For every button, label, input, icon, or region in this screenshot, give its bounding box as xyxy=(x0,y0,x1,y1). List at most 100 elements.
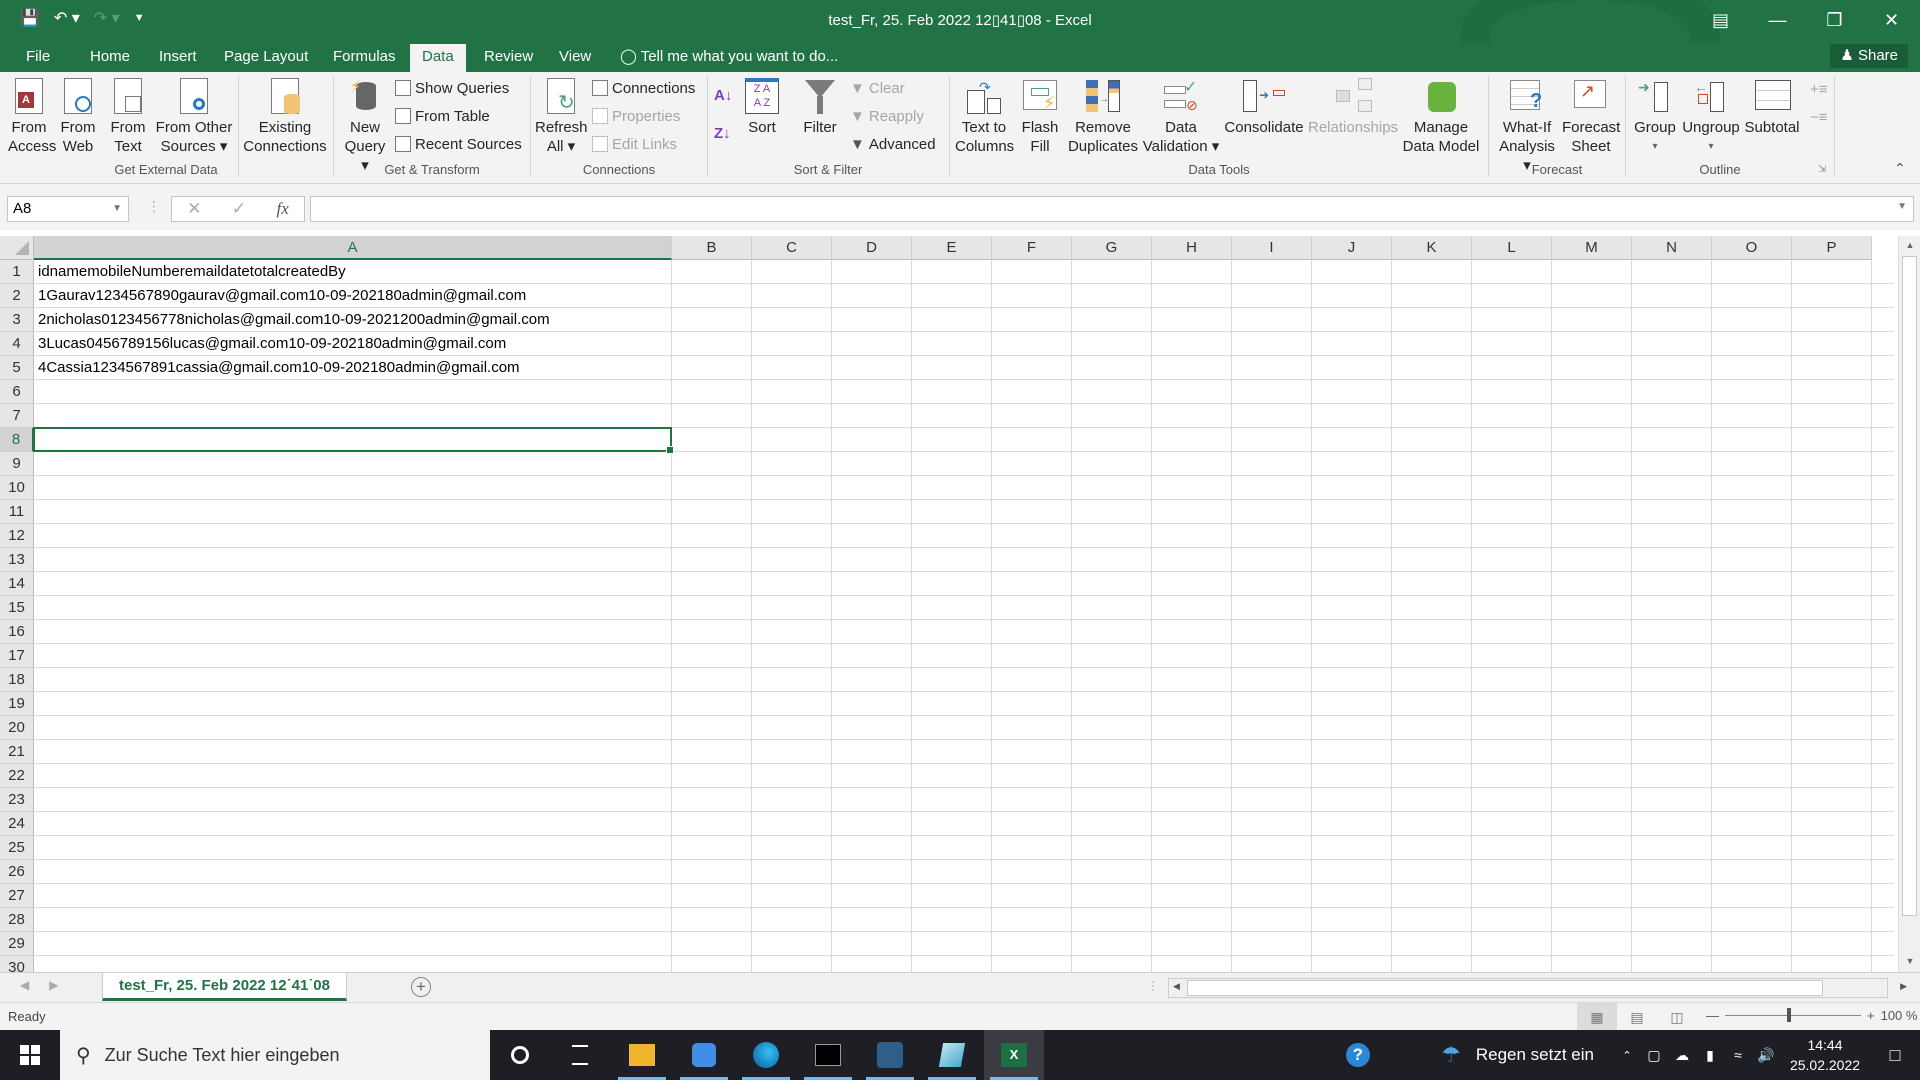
recent-sources-button[interactable]: Recent Sources xyxy=(395,133,522,155)
row-header-12[interactable]: 12 xyxy=(0,524,34,548)
tab-view[interactable]: View xyxy=(547,44,603,72)
table-row[interactable] xyxy=(34,788,1894,812)
table-row[interactable] xyxy=(34,572,1894,596)
table-row[interactable]: 3Lucas0456789156lucas@gmail.com10-09-202… xyxy=(34,332,1894,356)
minimize-icon[interactable]: — xyxy=(1749,0,1806,40)
ungroup-button[interactable]: ← Ungroup ▾ xyxy=(1682,78,1740,156)
mysql-workbench-icon[interactable] xyxy=(860,1030,920,1080)
row-header-27[interactable]: 27 xyxy=(0,884,34,908)
notification-icon[interactable]: □ xyxy=(1870,1045,1920,1066)
row-header-4[interactable]: 4 xyxy=(0,332,34,356)
add-sheet-button[interactable]: + xyxy=(411,977,431,997)
column-header-m[interactable]: M xyxy=(1552,236,1632,260)
table-row[interactable]: idnamemobileNumberemaildatetotalcreatedB… xyxy=(34,260,1894,284)
new-query-button[interactable]: ⚡ New Query ▾ xyxy=(340,78,390,175)
wifi-icon[interactable]: ≈ xyxy=(1724,1047,1752,1063)
column-header-e[interactable]: E xyxy=(912,236,992,260)
enter-icon[interactable]: ✓ xyxy=(232,199,246,219)
help-icon[interactable]: ? xyxy=(1338,1043,1378,1067)
edit-links-button[interactable]: Edit Links xyxy=(592,133,677,155)
row-header-13[interactable]: 13 xyxy=(0,548,34,572)
row-header-22[interactable]: 22 xyxy=(0,764,34,788)
row-header-7[interactable]: 7 xyxy=(0,404,34,428)
taskbar-search[interactable]: ⚲ Zur Suche Text hier eingeben xyxy=(60,1030,490,1080)
scroll-down-icon[interactable]: ▼ xyxy=(1899,956,1920,966)
column-header-g[interactable]: G xyxy=(1072,236,1152,260)
row-header-16[interactable]: 16 xyxy=(0,620,34,644)
sort-button[interactable]: Z AA Z Sort xyxy=(742,78,782,137)
sort-a-z-button[interactable]: A↓ xyxy=(714,84,732,106)
row-header-15[interactable]: 15 xyxy=(0,596,34,620)
restore-icon[interactable]: ❐ xyxy=(1806,0,1863,40)
tab-data[interactable]: Data xyxy=(410,44,466,72)
row-header-10[interactable]: 10 xyxy=(0,476,34,500)
page-break-view-icon[interactable]: ◫ xyxy=(1657,1003,1697,1031)
zoom-slider-knob[interactable] xyxy=(1787,1008,1791,1022)
row-header-1[interactable]: 1 xyxy=(0,260,34,284)
spreadsheet-grid[interactable]: ABCDEFGHIJKLMNOP 1 idnamemobileNumberemai… xyxy=(0,236,1920,972)
row-header-18[interactable]: 18 xyxy=(0,668,34,692)
column-header-c[interactable]: C xyxy=(752,236,832,260)
table-row[interactable] xyxy=(34,908,1894,932)
sort-z-a-button[interactable]: Z↓ xyxy=(714,122,731,144)
column-header-b[interactable]: B xyxy=(672,236,752,260)
column-header-k[interactable]: K xyxy=(1392,236,1472,260)
tab-review[interactable]: Review xyxy=(472,44,545,72)
tab-split-handle[interactable]: ⋮ xyxy=(1147,979,1159,993)
table-row[interactable] xyxy=(34,860,1894,884)
filter-button[interactable]: Filter xyxy=(797,78,843,137)
cell-a2[interactable]: 1Gaurav1234567890gaurav@gmail.com10-09-2… xyxy=(38,284,526,308)
row-header-5[interactable]: 5 xyxy=(0,356,34,380)
column-header-l[interactable]: L xyxy=(1472,236,1552,260)
table-row[interactable]: 4Cassia1234567891cassia@gmail.com10-09-2… xyxy=(34,356,1894,380)
group-button[interactable]: ➜ Group ▾ xyxy=(1630,78,1680,156)
cortana-icon[interactable] xyxy=(490,1030,550,1080)
table-row[interactable] xyxy=(34,620,1894,644)
table-row[interactable] xyxy=(34,524,1894,548)
cell-a4[interactable]: 3Lucas0456789156lucas@gmail.com10-09-202… xyxy=(38,332,506,356)
tab-file[interactable]: File xyxy=(14,44,62,72)
zoom-slider[interactable] xyxy=(1725,1008,1861,1022)
from-access-button[interactable]: A From Access xyxy=(8,78,56,156)
reapply-button[interactable]: ▼ Reapply xyxy=(850,105,924,127)
show-queries-button[interactable]: Show Queries xyxy=(395,77,509,99)
consolidate-button[interactable]: ➜ Consolidate xyxy=(1222,78,1306,137)
what-if-analysis-button[interactable]: ? What-If Analysis ▾ xyxy=(1494,78,1560,175)
outline-dialog-launcher[interactable]: ⇲ xyxy=(1818,164,1826,175)
weather-app-icon[interactable] xyxy=(674,1030,734,1080)
meet-now-icon[interactable]: ▢ xyxy=(1640,1047,1668,1064)
from-web-button[interactable]: From Web xyxy=(58,78,98,156)
ribbon-display-icon[interactable]: ▤ xyxy=(1692,0,1749,40)
row-header-26[interactable]: 26 xyxy=(0,860,34,884)
battery-icon[interactable]: ▮ xyxy=(1696,1047,1724,1064)
vertical-scrollbar[interactable]: ▲ ▼ xyxy=(1898,236,1920,972)
table-row[interactable] xyxy=(34,716,1894,740)
properties-button[interactable]: Properties xyxy=(592,105,680,127)
row-header-30[interactable]: 30 xyxy=(0,956,34,972)
cell-a3[interactable]: 2nicholas0123456778nicholas@gmail.com10-… xyxy=(38,308,550,332)
column-header-o[interactable]: O xyxy=(1712,236,1792,260)
column-header-n[interactable]: N xyxy=(1632,236,1712,260)
hide-detail-button[interactable]: −≡ xyxy=(1810,106,1828,128)
weather-text[interactable]: Regen setzt ein xyxy=(1476,1045,1594,1065)
name-box[interactable]: A8 ▼ xyxy=(7,196,129,222)
table-row[interactable] xyxy=(34,812,1894,836)
row-header-3[interactable]: 3 xyxy=(0,308,34,332)
from-text-button[interactable]: From Text xyxy=(108,78,148,156)
column-header-d[interactable]: D xyxy=(832,236,912,260)
existing-connections-button[interactable]: Existing Connections xyxy=(242,78,328,156)
row-header-25[interactable]: 25 xyxy=(0,836,34,860)
zoom-level[interactable]: 100 % xyxy=(1881,1008,1918,1023)
table-row[interactable] xyxy=(34,380,1894,404)
row-header-17[interactable]: 17 xyxy=(0,644,34,668)
terminal-icon[interactable] xyxy=(798,1030,858,1080)
connections-button[interactable]: Connections xyxy=(592,77,695,99)
flash-fill-button[interactable]: ⚡ Flash Fill xyxy=(1018,78,1062,156)
row-header-20[interactable]: 20 xyxy=(0,716,34,740)
from-table-button[interactable]: From Table xyxy=(395,105,490,127)
formula-input[interactable]: ▼ xyxy=(310,196,1914,222)
share-button[interactable]: ♟ Share xyxy=(1830,44,1908,68)
column-header-i[interactable]: I xyxy=(1232,236,1312,260)
scroll-right-icon[interactable]: ▶ xyxy=(1900,981,1907,992)
sheet-nav-arrows[interactable]: ◀▶ xyxy=(20,978,78,992)
